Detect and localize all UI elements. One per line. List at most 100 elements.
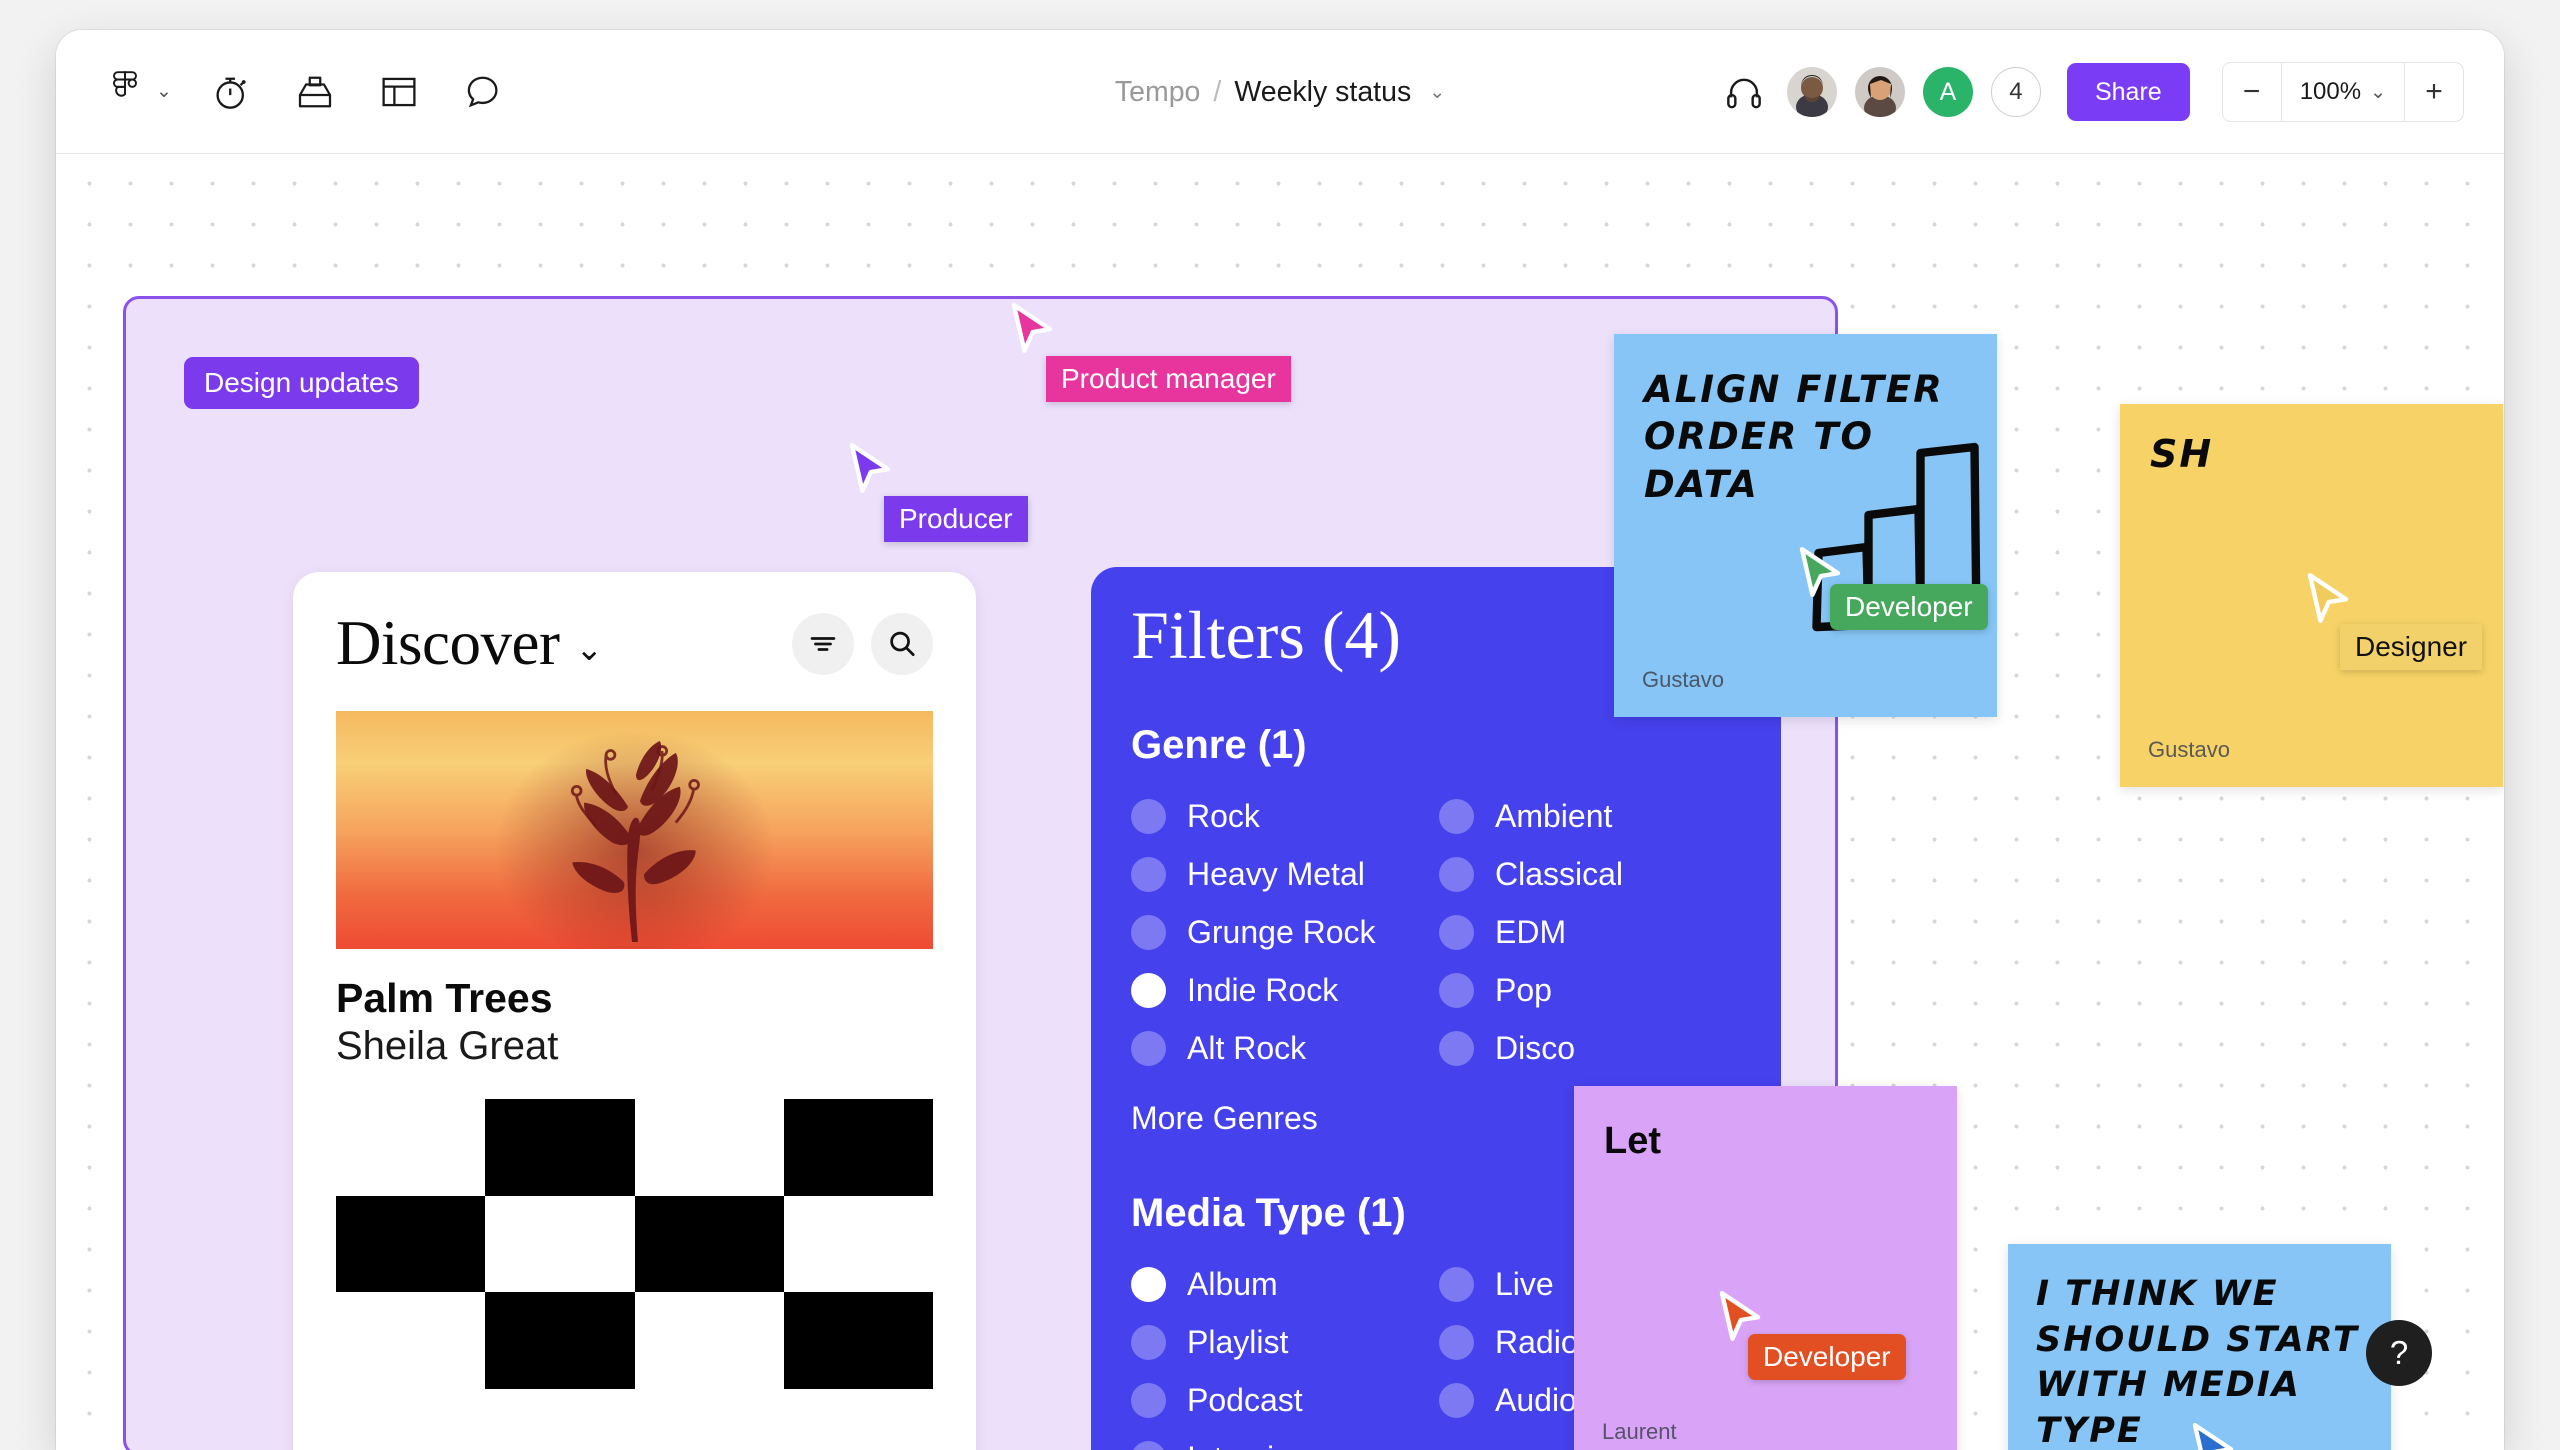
radio-icon[interactable] [1131, 1031, 1166, 1066]
filter-option[interactable]: Grunge Rock [1131, 906, 1433, 958]
checker-cell [784, 1099, 933, 1196]
filter-group-genre: Genre (1) Rock Ambient Heavy Metal Classica… [1091, 723, 1781, 1074]
radio-icon[interactable] [1131, 857, 1166, 892]
zoom-level-value: 100% [2300, 78, 2361, 106]
cursor-arrow-icon [2304, 572, 2352, 626]
filter-option[interactable]: Podcast [1131, 1374, 1433, 1426]
filter-option[interactable]: Rock [1131, 790, 1433, 842]
filter-option-label: Alt Rock [1187, 1030, 1306, 1067]
filter-option[interactable]: Pop [1439, 964, 1741, 1016]
filter-option[interactable]: Indie Rock [1131, 964, 1433, 1016]
filter-option[interactable]: Interview [1131, 1432, 1433, 1450]
checker-cell [336, 1099, 485, 1196]
checker-cell [485, 1099, 634, 1196]
radio-icon[interactable] [1131, 1383, 1166, 1418]
help-button[interactable]: ? [2366, 1320, 2432, 1386]
app-window: ⌄ [56, 30, 2504, 1450]
radio-icon[interactable] [1131, 973, 1166, 1008]
section-title-chip[interactable]: Design updates [184, 357, 419, 409]
checkerboard-artwork [336, 1099, 933, 1389]
radio-icon[interactable] [1439, 915, 1474, 950]
timer-icon[interactable] [206, 67, 256, 117]
filter-option[interactable]: Heavy Metal [1131, 848, 1433, 900]
search-icon[interactable] [871, 613, 933, 675]
cursor-arrow-icon [1008, 302, 1056, 356]
cursor-label: Product manager [1046, 356, 1291, 402]
radio-icon[interactable] [1131, 1325, 1166, 1360]
share-button[interactable]: Share [2067, 63, 2190, 121]
zoom-level-dropdown[interactable]: 100% ⌄ [2281, 63, 2405, 121]
filter-option-label: Indie Rock [1187, 972, 1338, 1009]
radio-icon[interactable] [1131, 1441, 1166, 1450]
album-artwork [336, 711, 933, 949]
filter-option[interactable]: Ambient [1439, 790, 1741, 842]
filter-option-label: Rock [1187, 798, 1260, 835]
figma-menu-button[interactable]: ⌄ [100, 67, 172, 117]
filter-option-label: Radio [1495, 1324, 1579, 1361]
filter-option[interactable]: EDM [1439, 906, 1741, 958]
filter-option[interactable]: Album [1131, 1258, 1433, 1310]
chevron-down-icon[interactable]: ⌄ [156, 82, 172, 101]
avatar[interactable] [1855, 67, 1905, 117]
checker-cell [784, 1292, 933, 1389]
radio-icon[interactable] [1131, 799, 1166, 834]
track-artist: Sheila Great [336, 1024, 933, 1069]
checker-cell [336, 1292, 485, 1389]
filter-option-label: EDM [1495, 914, 1566, 951]
sticky-note-author: Gustavo [2148, 737, 2230, 763]
checker-cell [635, 1196, 784, 1293]
filter-option-label: Heavy Metal [1187, 856, 1365, 893]
stamp-icon[interactable] [290, 67, 340, 117]
figma-logo-icon[interactable] [100, 67, 150, 117]
filter-option-label: Playlist [1187, 1324, 1288, 1361]
sticky-note-text: SH [2150, 432, 2213, 476]
sticky-note-text: Let [1604, 1120, 1661, 1163]
breadcrumb-project[interactable]: Tempo [1115, 76, 1201, 109]
figjam-canvas[interactable]: Design updates Discover ⌄ [56, 154, 2504, 1450]
avatar-initial[interactable]: A [1923, 67, 1973, 117]
checker-cell [784, 1196, 933, 1293]
collaborator-cursor: Developer [1716, 1290, 1764, 1349]
zoom-out-button[interactable]: − [2223, 63, 2281, 121]
filter-option[interactable]: Alt Rock [1131, 1022, 1433, 1074]
radio-icon[interactable] [1439, 1325, 1474, 1360]
cursor-label: Producer [884, 496, 1028, 542]
radio-icon[interactable] [1131, 915, 1166, 950]
collaborator-cursor: Designer [2304, 572, 2352, 631]
sticky-note[interactable]: I THINK WE SHOULD START WITH MEDIA TYPE [2008, 1244, 2391, 1450]
radio-icon[interactable] [1439, 973, 1474, 1008]
zoom-in-button[interactable]: + [2405, 63, 2463, 121]
discover-screen-mock[interactable]: Discover ⌄ [293, 572, 976, 1450]
radio-icon[interactable] [1131, 1267, 1166, 1302]
radio-icon[interactable] [1439, 1031, 1474, 1066]
filter-option-label: Podcast [1187, 1382, 1303, 1419]
discover-header: Discover ⌄ [293, 572, 976, 675]
file-menu-chevron-down-icon[interactable]: ⌄ [1429, 81, 1445, 104]
toolbar-right-group: A 4 Share − 100% ⌄ + [1719, 30, 2464, 154]
top-toolbar: ⌄ [56, 30, 2504, 154]
filter-option[interactable]: Disco [1439, 1022, 1741, 1074]
filter-option[interactable]: Classical [1439, 848, 1741, 900]
template-icon[interactable] [374, 67, 424, 117]
cursor-arrow-icon [2189, 1422, 2237, 1450]
checker-cell [635, 1292, 784, 1389]
radio-icon[interactable] [1439, 1267, 1474, 1302]
zoom-controls: − 100% ⌄ + [2222, 62, 2464, 122]
avatar[interactable] [1787, 67, 1837, 117]
filter-option-label: Interview [1187, 1440, 1315, 1450]
filter-option[interactable]: Playlist [1131, 1316, 1433, 1368]
sticky-note[interactable]: Let Laurent [1574, 1086, 1957, 1450]
sticky-note[interactable]: ALIGN FILTER ORDER TO DATA Gustavo [1614, 334, 1997, 717]
sticky-note-author: Laurent [1602, 1419, 1677, 1445]
radio-icon[interactable] [1439, 799, 1474, 834]
breadcrumb-file[interactable]: Weekly status [1234, 76, 1411, 109]
radio-icon[interactable] [1439, 1383, 1474, 1418]
filter-icon[interactable] [792, 613, 854, 675]
collaborator-cursor: Developer [1796, 546, 1844, 605]
headphones-icon[interactable] [1719, 67, 1769, 117]
filter-group-title: Genre (1) [1131, 723, 1741, 768]
chevron-down-icon[interactable]: ⌄ [575, 629, 603, 668]
collaborator-overflow-count[interactable]: 4 [1991, 67, 2041, 117]
comment-icon[interactable] [458, 67, 508, 117]
radio-icon[interactable] [1439, 857, 1474, 892]
